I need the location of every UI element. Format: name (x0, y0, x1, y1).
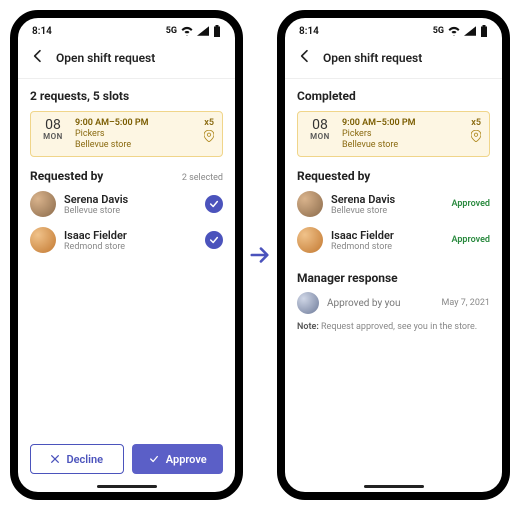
home-indicator (364, 485, 424, 488)
requester-row[interactable]: Serena Davis Bellevue store Approved (297, 191, 490, 217)
status-time: 8:14 (32, 26, 52, 37)
page-header: Open shift request (18, 40, 235, 79)
status-approved: Approved (451, 235, 490, 245)
requester-location: Bellevue store (64, 206, 197, 216)
requested-by-label: Requested by (297, 169, 370, 183)
transition-arrow-icon (249, 244, 271, 266)
approve-label: Approve (166, 453, 207, 466)
shift-day-dow: MON (43, 132, 63, 141)
manager-response-label: Manager response (297, 271, 398, 285)
phone-before: 8:14 5G Open shift request 2 requests, 5… (10, 10, 243, 500)
shift-role: Pickers (342, 129, 463, 139)
home-indicator (97, 485, 157, 488)
selected-check-icon[interactable] (205, 195, 223, 213)
shift-location: Bellevue store (342, 140, 463, 150)
back-button[interactable] (297, 48, 313, 68)
shift-date: 08 MON (39, 118, 67, 150)
requested-by-label: Requested by (30, 169, 103, 183)
manager-note: Note: Request approved, see you in the s… (297, 322, 490, 332)
status-bar: 8:14 5G (285, 18, 502, 40)
decline-button[interactable]: Decline (30, 444, 124, 474)
avatar (297, 292, 319, 314)
page-title: Open shift request (323, 51, 422, 65)
selected-count: 2 selected (182, 173, 223, 183)
note-text: Request approved, see you in the store. (319, 322, 477, 332)
shift-day-number: 08 (45, 118, 61, 132)
summary-title: 2 requests, 5 slots (30, 89, 223, 103)
back-button[interactable] (30, 48, 46, 68)
manager-date: May 7, 2021 (442, 298, 490, 308)
signal-icon (197, 26, 209, 36)
approve-button[interactable]: Approve (132, 444, 224, 474)
avatar (30, 191, 56, 217)
shift-location: Bellevue store (75, 140, 196, 150)
battery-icon (213, 25, 221, 37)
shift-card[interactable]: 08 MON 9:00 AM–5:00 PM Pickers Bellevue … (297, 111, 490, 157)
requester-name: Isaac Fielder (331, 229, 443, 242)
shift-slot-count: x5 (204, 118, 214, 128)
avatar (297, 227, 323, 253)
shift-time: 9:00 AM–5:00 PM (342, 118, 463, 128)
avatar (30, 227, 56, 253)
status-network: 5G (433, 26, 444, 36)
location-pin-icon (204, 130, 214, 142)
requester-name: Serena Davis (64, 193, 197, 206)
requester-location: Redmond store (64, 242, 197, 252)
page-title: Open shift request (56, 51, 155, 65)
status-time: 8:14 (299, 26, 319, 37)
manager-status: Approved by you (327, 298, 434, 309)
status-approved: Approved (451, 199, 490, 209)
requester-location: Bellevue store (331, 206, 443, 216)
shift-role: Pickers (75, 129, 196, 139)
avatar (297, 191, 323, 217)
shift-day-dow: MON (310, 132, 330, 141)
requester-row[interactable]: Isaac Fielder Redmond store (30, 227, 223, 253)
shift-time: 9:00 AM–5:00 PM (75, 118, 196, 128)
arrow-left-icon (30, 48, 46, 64)
page-header: Open shift request (285, 40, 502, 79)
shift-slot-count: x5 (471, 118, 481, 128)
decline-label: Decline (66, 453, 103, 466)
requester-row[interactable]: Serena Davis Bellevue store (30, 191, 223, 217)
status-icons: 5G (166, 25, 221, 37)
status-bar: 8:14 5G (18, 18, 235, 40)
shift-card[interactable]: 08 MON 9:00 AM–5:00 PM Pickers Bellevue … (30, 111, 223, 157)
manager-row: Approved by you May 7, 2021 (297, 292, 490, 314)
shift-date: 08 MON (306, 118, 334, 150)
requester-name: Isaac Fielder (64, 229, 197, 242)
phone-after: 8:14 5G Open shift request Completed 08 … (277, 10, 510, 500)
check-icon (148, 454, 160, 464)
status-icons: 5G (433, 25, 488, 37)
signal-icon (464, 26, 476, 36)
battery-icon (480, 25, 488, 37)
selected-check-icon[interactable] (205, 231, 223, 249)
shift-day-number: 08 (312, 118, 328, 132)
location-pin-icon (471, 130, 481, 142)
summary-title: Completed (297, 89, 490, 103)
note-prefix: Note: (297, 322, 319, 332)
status-network: 5G (166, 26, 177, 36)
wifi-icon (448, 26, 460, 36)
requester-name: Serena Davis (331, 193, 443, 206)
wifi-icon (181, 26, 193, 36)
requester-location: Redmond store (331, 242, 443, 252)
requester-row[interactable]: Isaac Fielder Redmond store Approved (297, 227, 490, 253)
action-bar: Decline Approve (18, 444, 235, 474)
arrow-left-icon (297, 48, 313, 64)
close-icon (50, 454, 60, 464)
